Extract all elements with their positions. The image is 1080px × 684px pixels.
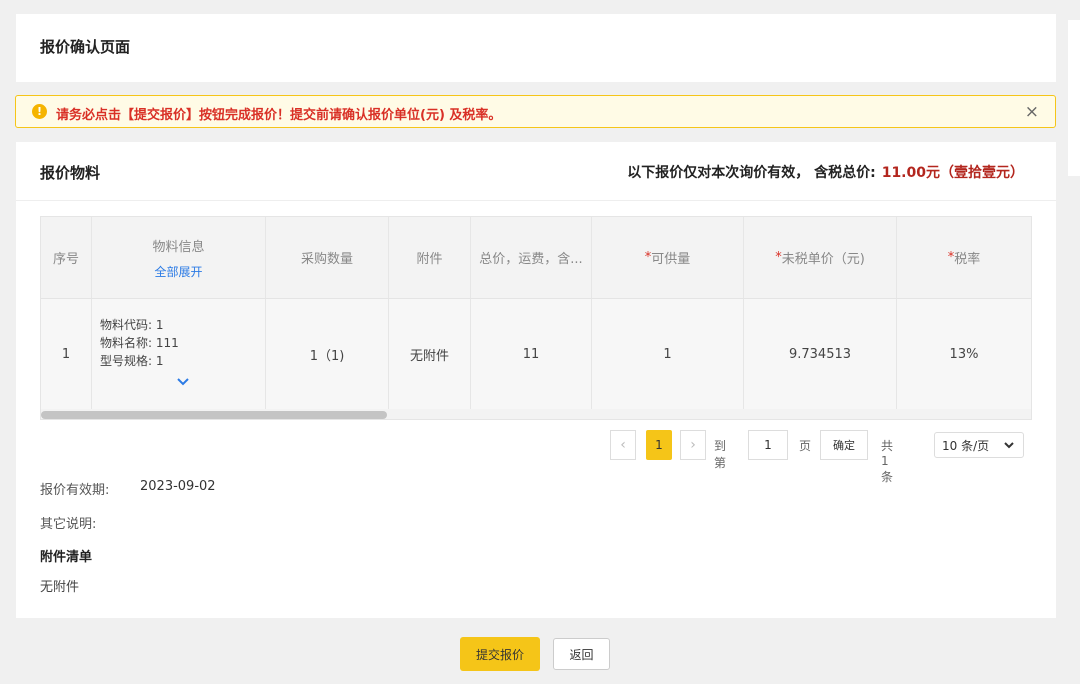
col-price-header: * 未税单价（元) bbox=[744, 217, 897, 298]
col-attachment-header: 附件 bbox=[389, 217, 471, 298]
exclamation-icon: ! bbox=[32, 104, 47, 119]
page-size-value: 10 条/页 bbox=[942, 438, 990, 453]
col-total-header: 总价，运费，含... bbox=[471, 217, 592, 298]
total-amount: 11.00元 bbox=[881, 165, 940, 181]
next-page-button[interactable]: › bbox=[680, 430, 706, 460]
col-qty-label: 采购数量 bbox=[300, 252, 353, 267]
header-card: 报价确认页面 bbox=[16, 14, 1056, 82]
materials-table: 序号 物料信息 全部展开 采购数量 附件 总价，运费，含... * 可供量 * 未税… bbox=[40, 216, 1032, 420]
goto-label: 到第 bbox=[714, 439, 727, 470]
table-header: 序号 物料信息 全部展开 采购数量 附件 总价，运费，含... * 可供量 * 未税… bbox=[41, 217, 1031, 299]
col-total-label: 总价，运费，含... bbox=[479, 252, 583, 267]
materials-card: 报价物料 以下报价仅对本次询价有效， 含税总价: 11.00元（壹拾壹元） 序号 … bbox=[16, 142, 1056, 618]
cell-material-info: 物料代码: 1 物料名称: 111 型号规格: 1 bbox=[92, 299, 266, 409]
cell-total: 11 bbox=[471, 299, 592, 409]
cell-qty: 1（1) bbox=[266, 299, 389, 409]
cell-supply: 1 bbox=[592, 299, 744, 409]
submit-quote-button[interactable]: 提交报价 bbox=[460, 637, 540, 671]
col-attachment-label: 附件 bbox=[416, 252, 443, 267]
material-code: 物料代码: 1 bbox=[100, 318, 164, 332]
attachments-title: 附件清单 bbox=[40, 550, 93, 565]
goto-page-input[interactable] bbox=[748, 430, 788, 460]
cell-index: 1 bbox=[41, 299, 92, 409]
col-material-header: 物料信息 全部展开 bbox=[92, 217, 266, 298]
warning-alert: ! 请务必点击【提交报价】按钮完成报价！提交前请确认报价单位(元) 及税率。 × bbox=[15, 95, 1056, 128]
side-panel-edge bbox=[1068, 20, 1080, 176]
total-count: 共 1 条 bbox=[881, 439, 894, 484]
cell-price: 9.734513 bbox=[744, 299, 897, 409]
cell-tax: 13% bbox=[949, 346, 979, 362]
close-icon[interactable]: × bbox=[1025, 102, 1039, 122]
col-material-label: 物料信息 bbox=[152, 239, 205, 255]
cell-attachment: 无附件 bbox=[389, 299, 471, 409]
total-price-line: 以下报价仅对本次询价有效， 含税总价: 11.00元（壹拾壹元） bbox=[627, 162, 1024, 182]
table-row: 1 物料代码: 1 物料名称: 111 型号规格: 1 1（1) 无附件 11 … bbox=[41, 299, 1031, 409]
page-1-button[interactable]: 1 bbox=[646, 430, 672, 460]
validity-value: 2023-09-02 bbox=[140, 479, 216, 494]
horizontal-scrollbar[interactable] bbox=[41, 409, 1031, 419]
chevron-down-icon bbox=[1003, 437, 1015, 456]
validity-label: 报价有效期: bbox=[40, 483, 110, 498]
page-unit-label: 页 bbox=[799, 439, 812, 453]
section-title: 报价物料 bbox=[40, 164, 101, 182]
col-price-label: 未税单价（元) bbox=[781, 252, 865, 267]
page-size-select[interactable]: 10 条/页 bbox=[934, 432, 1024, 458]
prev-page-button[interactable]: ‹ bbox=[610, 430, 636, 460]
material-name: 物料名称: 111 bbox=[100, 336, 179, 350]
page-title: 报价确认页面 bbox=[40, 38, 131, 56]
expand-all-link[interactable]: 全部展开 bbox=[154, 263, 202, 280]
goto-confirm-button[interactable]: 确定 bbox=[820, 430, 868, 460]
attachments-value: 无附件 bbox=[40, 580, 80, 595]
back-button[interactable]: 返回 bbox=[553, 638, 610, 670]
material-spec: 型号规格: 1 bbox=[100, 354, 164, 368]
scrollbar-thumb[interactable] bbox=[41, 411, 387, 419]
col-tax-label: 税率 bbox=[954, 252, 981, 267]
col-supply-header: * 可供量 bbox=[592, 217, 744, 298]
total-prefix: 以下报价仅对本次询价有效， 含税总价: bbox=[627, 165, 876, 181]
chevron-down-icon[interactable] bbox=[176, 374, 190, 392]
col-qty-header: 采购数量 bbox=[266, 217, 389, 298]
alert-text: 请务必点击【提交报价】按钮完成报价！提交前请确认报价单位(元) 及税率。 bbox=[56, 108, 502, 123]
col-supply-label: 可供量 bbox=[651, 252, 691, 267]
col-index-label: 序号 bbox=[52, 252, 79, 267]
total-amount-chinese: （壹拾壹元） bbox=[940, 165, 1024, 181]
col-tax-header: * 税率 bbox=[897, 217, 1031, 298]
divider bbox=[16, 200, 1056, 201]
other-notes-label: 其它说明: bbox=[40, 517, 97, 532]
col-index-header: 序号 bbox=[41, 217, 92, 298]
